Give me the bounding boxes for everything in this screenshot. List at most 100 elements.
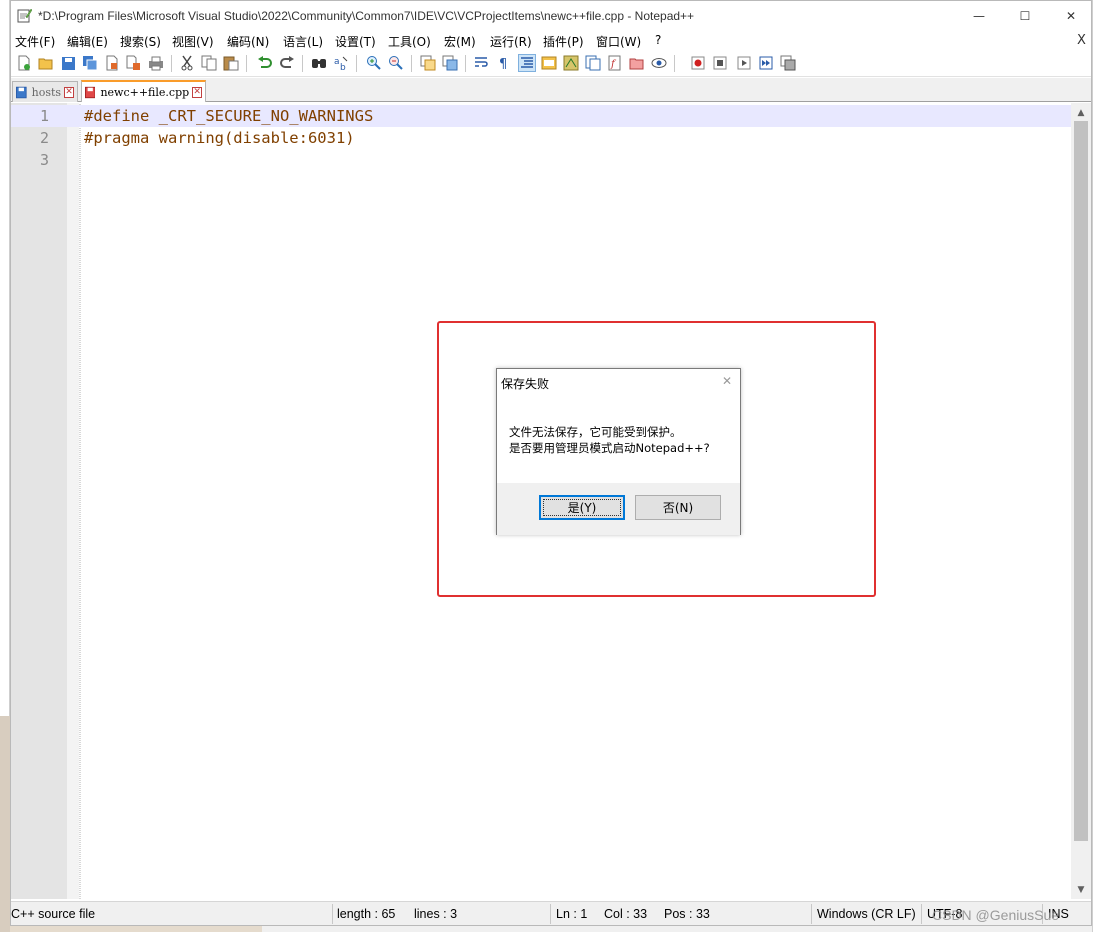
- maximize-button[interactable]: ☐: [1002, 1, 1048, 31]
- scroll-down-arrow-icon[interactable]: ▼: [1071, 881, 1091, 898]
- new-icon[interactable]: [15, 54, 33, 72]
- code-text[interactable]: #pragma warning(disable:6031): [84, 127, 355, 149]
- close-document-button[interactable]: X: [1077, 33, 1086, 48]
- zoom-out-icon[interactable]: [387, 54, 405, 72]
- scroll-up-arrow-icon[interactable]: ▲: [1071, 104, 1091, 121]
- document-map-icon[interactable]: [562, 54, 580, 72]
- folder-as-workspace-icon[interactable]: f: [606, 54, 624, 72]
- status-eol[interactable]: Windows (CR LF): [817, 907, 916, 921]
- print-icon[interactable]: [147, 54, 165, 72]
- menu-edit[interactable]: 编辑(E): [67, 33, 108, 50]
- eye-icon[interactable]: [650, 54, 668, 72]
- menu-language[interactable]: 语言(L): [283, 33, 323, 50]
- title-bar[interactable]: *D:\Program Files\Microsoft Visual Studi…: [11, 1, 1091, 31]
- background-window-left-edge: [0, 0, 10, 932]
- editor-line[interactable]: 2 #pragma warning(disable:6031): [11, 127, 1071, 149]
- editor-line[interactable]: 1 #define _CRT_SECURE_NO_WARNINGS: [11, 105, 1071, 127]
- watermark: CSDN @GeniusSue: [932, 907, 1060, 923]
- window-title: *D:\Program Files\Microsoft Visual Studi…: [38, 9, 695, 23]
- saved-file-icon: [16, 86, 27, 98]
- sync-vertical-icon[interactable]: [419, 54, 437, 72]
- function-list-icon[interactable]: [584, 54, 602, 72]
- user-defined-language-icon[interactable]: [540, 54, 558, 72]
- status-length: length : 65: [337, 907, 396, 921]
- fold-margin: [67, 103, 81, 899]
- find-icon[interactable]: [310, 54, 328, 72]
- stop-macro-icon[interactable]: [711, 54, 729, 72]
- replace-icon[interactable]: ab: [332, 54, 350, 72]
- status-divider: [550, 904, 551, 924]
- background-photo-strip: [10, 926, 262, 932]
- monitoring-icon[interactable]: [628, 54, 646, 72]
- line-number: 3: [39, 151, 49, 169]
- word-wrap-icon[interactable]: [473, 54, 491, 72]
- copy-icon[interactable]: [200, 54, 218, 72]
- minimize-button[interactable]: —: [956, 1, 1002, 31]
- show-all-characters-icon[interactable]: ¶: [495, 54, 513, 72]
- close-all-icon[interactable]: [125, 54, 143, 72]
- menu-file[interactable]: 文件(F): [15, 33, 55, 50]
- dialog-button-area: 是(Y) 否(N): [497, 483, 740, 535]
- tab-close-icon[interactable]: ✕: [192, 86, 202, 98]
- svg-text:b: b: [340, 63, 346, 71]
- tab-label: newc++file.cpp: [100, 85, 190, 99]
- no-button[interactable]: 否(N): [635, 495, 721, 520]
- sync-horizontal-icon[interactable]: [441, 54, 459, 72]
- unsaved-file-icon: [85, 86, 96, 98]
- menu-bar: 文件(F) 编辑(E) 搜索(S) 视图(V) 编码(N) 语言(L) 设置(T…: [11, 31, 1091, 51]
- code-text[interactable]: #define _CRT_SECURE_NO_WARNINGS: [84, 105, 373, 127]
- status-divider: [332, 904, 333, 924]
- yes-button[interactable]: 是(Y): [539, 495, 625, 520]
- undo-icon[interactable]: [256, 54, 274, 72]
- toolbar-separator: [465, 55, 466, 72]
- paste-icon[interactable]: [222, 54, 240, 72]
- background-window-right-edge: [1092, 0, 1100, 932]
- menu-window[interactable]: 窗口(W): [596, 33, 641, 50]
- save-icon[interactable]: [59, 54, 77, 72]
- zoom-in-icon[interactable]: [365, 54, 383, 72]
- editor-line[interactable]: 3: [11, 149, 1071, 171]
- tab-label: hosts: [31, 85, 62, 99]
- open-icon[interactable]: [37, 54, 55, 72]
- menu-tools[interactable]: 工具(O): [388, 33, 431, 50]
- menu-encoding[interactable]: 编码(N): [227, 33, 269, 50]
- save-all-icon[interactable]: [81, 54, 99, 72]
- indent-guide-icon[interactable]: [518, 54, 536, 72]
- menu-search[interactable]: 搜索(S): [120, 33, 161, 50]
- menu-settings[interactable]: 设置(T): [335, 33, 376, 50]
- tab-close-icon[interactable]: ✕: [64, 86, 74, 98]
- toolbar-separator: [171, 55, 172, 72]
- menu-help[interactable]: ?: [655, 33, 661, 47]
- toolbar-separator: [246, 55, 247, 72]
- record-macro-icon[interactable]: [689, 54, 707, 72]
- status-bar: C++ source file length : 65 lines : 3 Ln…: [11, 901, 1091, 925]
- scrollbar-thumb[interactable]: [1074, 121, 1088, 841]
- dialog-close-icon[interactable]: ✕: [718, 372, 736, 390]
- save-failed-dialog: 保存失败 ✕ 文件无法保存，它可能受到保护。 是否要用管理员模式启动Notepa…: [496, 368, 741, 535]
- status-file-type: C++ source file: [11, 907, 96, 921]
- vertical-scrollbar[interactable]: ▲ ▼: [1071, 103, 1091, 899]
- toolbar-separator: [674, 55, 675, 72]
- play-macro-icon[interactable]: [735, 54, 753, 72]
- close-file-icon[interactable]: [103, 54, 121, 72]
- tab-newcppfile[interactable]: newc++file.cpp ✕: [81, 80, 206, 102]
- redo-icon[interactable]: [278, 54, 296, 72]
- line-number-margin: [11, 103, 67, 899]
- menu-plugins[interactable]: 插件(P): [543, 33, 584, 50]
- menu-macro[interactable]: 宏(M): [444, 33, 476, 50]
- cut-icon[interactable]: [178, 54, 196, 72]
- menu-run[interactable]: 运行(R): [490, 33, 532, 50]
- dialog-title: 保存失败: [501, 377, 550, 391]
- close-window-button[interactable]: ✕: [1048, 1, 1094, 31]
- line-number: 1: [39, 107, 49, 125]
- status-divider: [921, 904, 922, 924]
- dialog-message-line-2: 是否要用管理员模式启动Notepad++?: [509, 441, 710, 455]
- background-photo-fragment: [0, 716, 10, 932]
- save-macro-icon[interactable]: [779, 54, 797, 72]
- dialog-message-line-1: 文件无法保存，它可能受到保护。: [509, 425, 682, 439]
- status-lines: lines : 3: [414, 907, 458, 921]
- tab-hosts[interactable]: hosts ✕: [12, 81, 78, 102]
- run-macro-multiple-icon[interactable]: [757, 54, 775, 72]
- menu-view[interactable]: 视图(V): [172, 33, 214, 50]
- status-column: Col : 33: [604, 907, 648, 921]
